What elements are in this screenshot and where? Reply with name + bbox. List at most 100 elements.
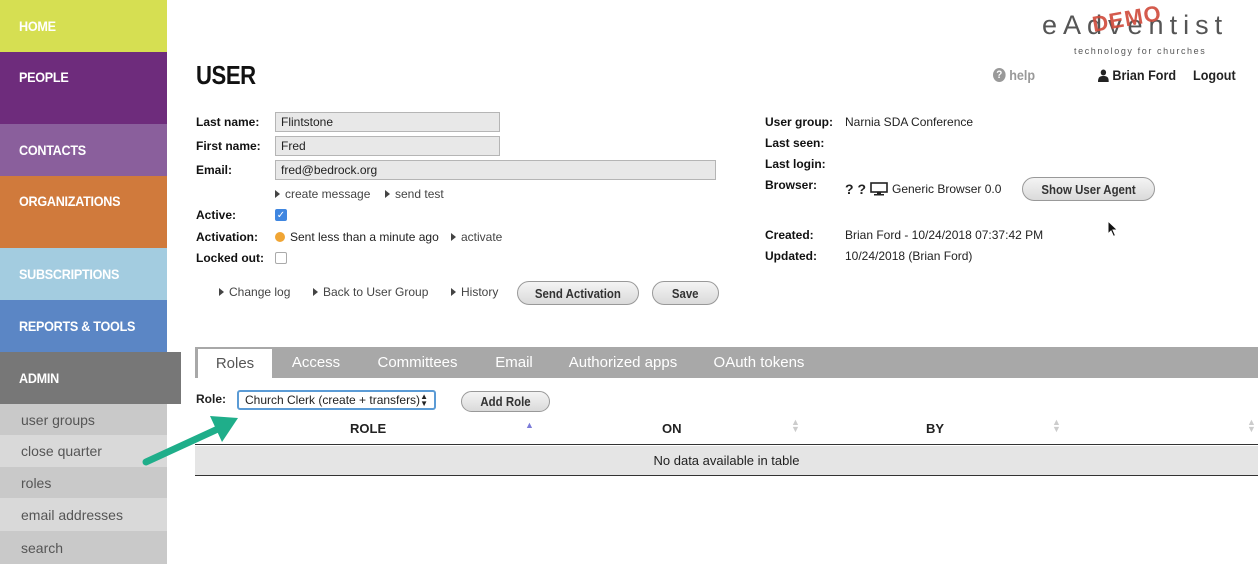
activation-label: Activation: [196, 230, 259, 244]
nav-organizations-label: ORGANIZATIONS [19, 193, 121, 209]
last-login-label: Last login: [765, 157, 826, 171]
monitor-icon [870, 182, 888, 196]
nav-home-label: HOME [19, 18, 56, 34]
logo: eAdventist DEMO technology for churches [1042, 0, 1242, 58]
nav-contacts-label: CONTACTS [19, 142, 86, 158]
add-role-label: Add Role [480, 394, 531, 409]
created-label: Created: [765, 228, 814, 242]
tab-committees[interactable]: Committees [370, 347, 465, 378]
column-on[interactable]: ON [662, 421, 682, 436]
role-select[interactable]: Church Clerk (create + transfers) ▲ ▼ [237, 390, 436, 410]
caret-right-icon [313, 288, 318, 296]
change-log-label: Change log [229, 285, 291, 299]
create-message-label: create message [285, 187, 371, 201]
user-group-value: Narnia SDA Conference [845, 115, 974, 129]
activation-status-text: Sent less than a minute ago [290, 230, 439, 244]
unknown-platform-icons: ? ? [845, 181, 866, 197]
send-activation-button[interactable]: Send Activation [517, 281, 639, 305]
help-link[interactable]: ? help [993, 67, 1035, 83]
caret-right-icon [451, 233, 456, 241]
caret-right-icon [275, 190, 280, 198]
history-label: History [461, 285, 499, 299]
caret-right-icon [451, 288, 456, 296]
nav-organizations[interactable]: ORGANIZATIONS [0, 176, 167, 248]
column-by[interactable]: BY [926, 421, 944, 436]
status-dot-icon [275, 232, 285, 242]
subnav-roles[interactable]: roles [0, 467, 167, 498]
nav-reports-tools-label: REPORTS & TOOLS [19, 318, 136, 334]
history-link[interactable]: History [451, 285, 498, 299]
user-menu[interactable]: Brian Ford [1098, 67, 1176, 83]
back-to-user-group-label: Back to User Group [323, 285, 429, 299]
roles-table-header: ROLE ▲ ON ▲ ▼ BY ▲ ▼ ▲ ▼ [195, 416, 1258, 445]
send-activation-label: Send Activation [534, 285, 622, 301]
browser-label: Browser: [765, 178, 818, 192]
sort-icon: ▲ ▼ [791, 417, 800, 434]
locked-out-label: Locked out: [196, 251, 264, 265]
add-role-button[interactable]: Add Role [461, 391, 550, 412]
updated-value: 10/24/2018 (Brian Ford) [845, 249, 973, 263]
last-seen-label: Last seen: [765, 136, 825, 150]
change-log-link[interactable]: Change log [219, 285, 290, 299]
user-icon [1098, 69, 1109, 82]
role-select-value: Church Clerk (create + transfers) [245, 393, 421, 407]
activate-label: activate [461, 230, 503, 244]
create-message-link[interactable]: create message [275, 187, 370, 201]
subnav-search[interactable]: search [0, 531, 167, 564]
page-title: USER [196, 60, 256, 90]
nav-home[interactable]: HOME [0, 0, 167, 52]
nav-admin-label: ADMIN [19, 370, 59, 386]
first-name-field[interactable]: Fred [275, 136, 500, 156]
annotation-arrow-icon [142, 416, 238, 466]
nav-subscriptions-label: SUBSCRIPTIONS [19, 266, 120, 282]
show-user-agent-label: Show User Agent [1041, 181, 1136, 197]
tab-oauth-tokens[interactable]: OAuth tokens [703, 347, 815, 378]
activation-status: Sent less than a minute ago [275, 230, 439, 244]
back-to-user-group-link[interactable]: Back to User Group [313, 285, 428, 299]
empty-table-message: No data available in table [195, 446, 1258, 476]
email-field[interactable]: fred@bedrock.org [275, 160, 716, 180]
sort-icon: ▲ ▼ [1052, 417, 1061, 434]
first-name-label: First name: [196, 139, 261, 153]
browser-name: Generic Browser 0.0 [892, 182, 1002, 196]
sort-icon: ▲ ▼ [1247, 417, 1256, 434]
user-name: Brian Ford [1112, 67, 1177, 83]
logo-tagline: technology for churches [1074, 46, 1207, 56]
nav-admin[interactable]: ADMIN [0, 352, 181, 404]
mouse-cursor-icon [1107, 220, 1119, 238]
browser-value: ? ? Generic Browser 0.0 [845, 181, 1001, 197]
sidebar: HOME PEOPLE CONTACTS ORGANIZATIONS SUBSC… [0, 0, 181, 564]
subnav-email-addresses[interactable]: email addresses [0, 499, 167, 530]
question-icon: ? [993, 68, 1006, 82]
last-name-field[interactable]: Flintstone [275, 112, 500, 132]
save-label: Save [672, 285, 699, 301]
nav-subscriptions[interactable]: SUBSCRIPTIONS [0, 248, 167, 300]
send-test-label: send test [395, 187, 444, 201]
nav-reports-tools[interactable]: REPORTS & TOOLS [0, 300, 167, 352]
email-label: Email: [196, 163, 233, 177]
tab-bar: Roles Access Committees Email Authorized… [195, 347, 1258, 378]
role-label: Role: [196, 392, 226, 406]
sort-ascending-icon: ▲ [525, 420, 534, 430]
last-name-label: Last name: [196, 115, 260, 129]
column-role[interactable]: ROLE [350, 421, 386, 436]
user-group-label: User group: [765, 115, 834, 129]
help-label: help [1009, 67, 1036, 83]
nav-people[interactable]: PEOPLE [0, 52, 167, 124]
tab-email[interactable]: Email [485, 347, 543, 378]
tab-roles[interactable]: Roles [197, 348, 273, 378]
locked-out-checkbox[interactable] [275, 252, 287, 264]
tab-authorized-apps[interactable]: Authorized apps [562, 347, 684, 378]
select-arrows-icon: ▲ ▼ [420, 392, 428, 408]
active-checkbox[interactable]: ✓ [275, 209, 287, 221]
save-button[interactable]: Save [652, 281, 719, 305]
show-user-agent-button[interactable]: Show User Agent [1022, 177, 1155, 201]
nav-people-label: PEOPLE [19, 69, 69, 85]
caret-right-icon [385, 190, 390, 198]
tab-access[interactable]: Access [281, 347, 351, 378]
nav-contacts[interactable]: CONTACTS [0, 124, 167, 176]
logout-link[interactable]: Logout [1193, 67, 1236, 83]
updated-label: Updated: [765, 249, 817, 263]
activate-link[interactable]: activate [451, 230, 502, 244]
send-test-link[interactable]: send test [385, 187, 444, 201]
